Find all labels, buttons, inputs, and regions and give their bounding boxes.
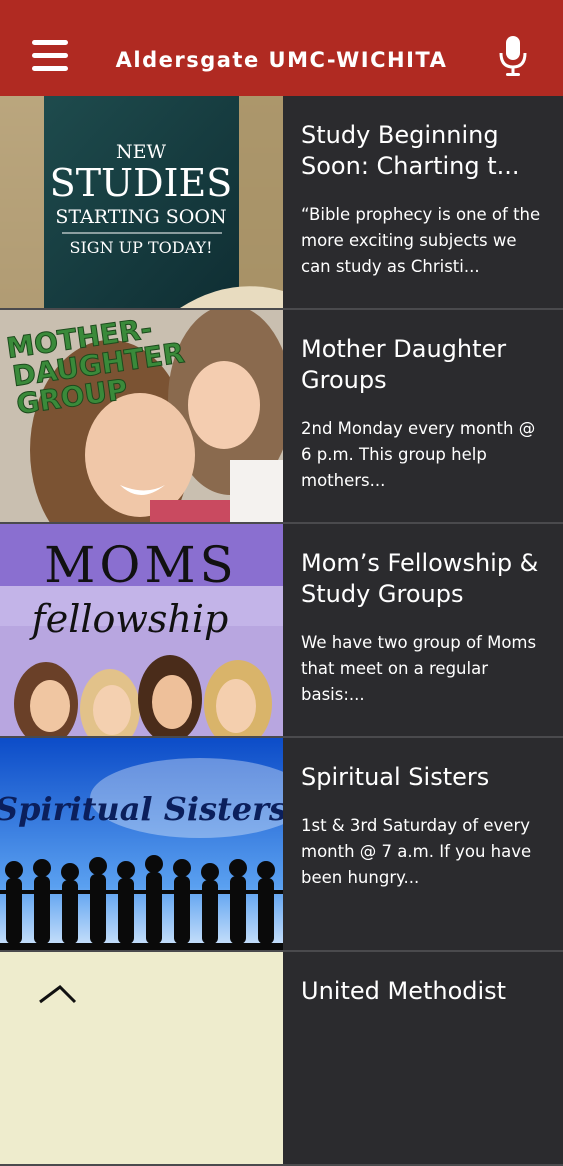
item-description: “Bible prophecy is one of the more excit…	[301, 205, 541, 276]
item-description: 2nd Monday every month @ 6 p.m. This gro…	[301, 419, 536, 490]
item-description: 1st & 3rd Saturday of every month @ 7 a.…	[301, 816, 532, 887]
list-item[interactable]: MOTHER- DAUGHTER GROUP Mother Daughter G…	[0, 310, 563, 524]
thumb-text-moms: MOMS	[44, 536, 238, 594]
list-item[interactable]: NEW STUDIES STARTING SOON SIGN UP TODAY!…	[0, 96, 563, 310]
item-thumbnail: MOTHER- DAUGHTER GROUP	[0, 310, 283, 522]
list-item[interactable]: Spiritual Sisters Spiritual Sisters 1st …	[0, 738, 563, 952]
item-title: United Methodist	[301, 977, 507, 1005]
thumb-text-new: NEW	[116, 141, 166, 163]
item-title: Mom’s Fellowship & Study Groups	[301, 549, 539, 608]
content-list: NEW STUDIES STARTING SOON SIGN UP TODAY!…	[0, 96, 563, 1166]
app-title: Aldersgate UMC-WICHITA	[115, 48, 448, 72]
list-item[interactable]: MOMS fellowship Mom’s Fellowship & Study…	[0, 524, 563, 738]
item-title: Spiritual Sisters	[301, 763, 490, 791]
app-header: Aldersgate UMC-WICHITA	[0, 0, 563, 96]
thumb-text-starting: STARTING SOON	[55, 206, 226, 228]
thumb-text-fellowship: fellowship	[29, 597, 229, 641]
item-thumbnail	[0, 952, 283, 1164]
item-thumbnail: MOMS fellowship	[0, 524, 283, 736]
microphone-icon[interactable]	[498, 35, 528, 77]
thumb-text-spiritual-sisters: Spiritual Sisters	[0, 790, 283, 828]
thumb-text-signup: SIGN UP TODAY!	[70, 238, 213, 257]
item-thumbnail: Spiritual Sisters	[0, 738, 283, 950]
item-thumbnail: NEW STUDIES STARTING SOON SIGN UP TODAY!	[0, 96, 283, 308]
thumb-text-studies: STUDIES	[50, 161, 233, 205]
item-title: Study Beginning Soon: Charting t...	[301, 121, 520, 180]
item-description: We have two group of Moms that meet on a…	[301, 633, 537, 704]
list-item[interactable]: United Methodist	[0, 952, 563, 1166]
item-title: Mother Daughter Groups	[301, 335, 507, 394]
